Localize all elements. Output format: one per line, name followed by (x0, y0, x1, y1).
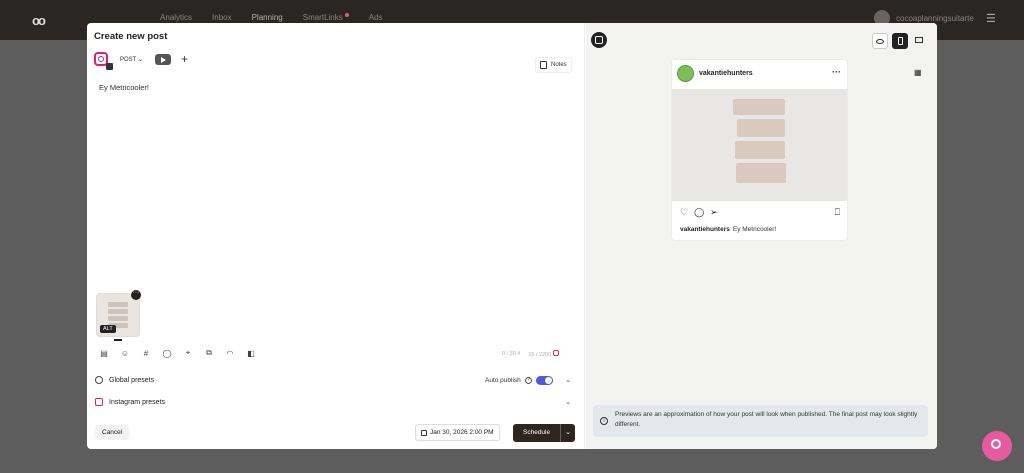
account-name: cocoaplanningsuitarte (896, 13, 974, 23)
calendar-icon (421, 429, 427, 436)
bookmark-icon: ⎕ (834, 207, 840, 217)
add-network-icon[interactable]: + (181, 52, 188, 66)
post-text-editor[interactable]: Ey Metricooler! (99, 83, 569, 283)
preview-panel: vakantiehunters ··· ♡ ◯ ➢ ⎕ vakantiehunt… (586, 23, 937, 449)
post-type-badge-icon (106, 63, 113, 70)
cancel-button[interactable]: Cancel (95, 425, 130, 440)
schedule-button[interactable]: Schedule (513, 424, 561, 442)
preview-caption: vakantiehunters Ey Metricooler! (680, 226, 777, 233)
desktop-icon (915, 37, 923, 43)
notes-icon (540, 61, 547, 69)
more-options-icon[interactable]: ··· (832, 67, 841, 77)
hashtag-counter: 0 / 30 # (502, 351, 521, 357)
instagram-icon (95, 398, 103, 406)
alt-text-badge[interactable]: ALT (100, 325, 116, 333)
media-library-icon[interactable]: ▤ (99, 349, 109, 358)
gear-icon (95, 376, 103, 384)
editor-text: Ey Metricooler! (99, 83, 150, 92)
editor-panel: Create new post POST ⌄ + Notes Ey Metric… (87, 23, 585, 449)
preview-disclaimer: i Previews are an approximation of how y… (593, 405, 928, 437)
emoji-icon[interactable]: ☺ (120, 349, 130, 358)
send-icon: ➢ (710, 207, 718, 217)
main-nav: Analytics Inbox Planning SmartLinks Ads (160, 13, 383, 22)
instagram-icon[interactable] (94, 52, 113, 70)
export-icon[interactable]: ◧ (246, 349, 256, 358)
modal-title: Create new post (94, 31, 168, 42)
network-selector: POST ⌄ + (94, 52, 188, 70)
preview-image (672, 89, 847, 201)
preview-eye-button[interactable] (872, 33, 888, 49)
help-icon[interactable]: ? (524, 376, 532, 384)
mobile-view-button[interactable] (892, 33, 908, 49)
nav-smartlinks[interactable]: SmartLinks (303, 13, 349, 22)
preview-actions: ♡ ◯ ➢ ⎕ (680, 207, 840, 218)
preview-view-toggle (872, 33, 928, 49)
preview-username: vakantiehunters (699, 70, 753, 77)
post-type-select[interactable]: POST ⌄ (120, 56, 143, 63)
comment-icon[interactable]: ◯ (162, 349, 172, 358)
nav-analytics[interactable]: Analytics (160, 13, 192, 22)
editor-toolbar: ▤ ☺ # ◯ ⌖ ⧉ ◠ ◧ (99, 348, 256, 358)
grid-view-icon[interactable]: ▦ (914, 68, 922, 77)
location-icon[interactable]: ⌖ (183, 348, 193, 358)
phone-icon (898, 37, 903, 45)
date-picker-button[interactable]: Jan 30, 2026 2:00 PM (415, 424, 500, 441)
chevron-down-icon[interactable]: ⌄ (565, 398, 571, 406)
hashtag-icon[interactable]: # (141, 349, 151, 358)
heart-icon: ♡ (680, 207, 689, 217)
nav-inbox[interactable]: Inbox (212, 13, 232, 22)
comment-bubble-icon: ◯ (694, 207, 705, 217)
notes-button[interactable]: Notes (535, 57, 572, 73)
youtube-icon[interactable] (154, 53, 171, 65)
preview-header: vakantiehunters (677, 65, 753, 82)
help-search-button[interactable] (982, 431, 1012, 461)
media-options-icon[interactable]: ··· (131, 289, 141, 300)
auto-publish: Auto publish ? (485, 375, 553, 385)
chevron-down-icon[interactable]: ⌄ (565, 376, 571, 384)
auto-publish-toggle[interactable] (535, 375, 553, 385)
char-counter: 15 / 2200 (528, 350, 559, 358)
create-post-modal: Create new post POST ⌄ + Notes Ey Metric… (87, 23, 937, 449)
ai-assistant-icon[interactable]: ◠ (225, 349, 235, 358)
collaborators-icon[interactable]: ⧉ (204, 348, 214, 358)
counters: 0 / 30 # 15 / 2200 (502, 350, 559, 358)
preview-instagram-icon[interactable] (591, 32, 607, 48)
nav-planning[interactable]: Planning (252, 13, 283, 22)
global-presets-row[interactable]: Global presets Auto publish ? ⌄ (95, 375, 575, 385)
profile-avatar (677, 65, 694, 82)
media-selected-indicator (114, 339, 122, 341)
schedule-options-chevron-icon[interactable]: ⌄ (560, 424, 575, 442)
eye-icon (876, 39, 884, 44)
app-logo[interactable]: oo (32, 13, 46, 28)
hamburger-menu-icon[interactable]: ☰ (986, 12, 996, 25)
desktop-view-button[interactable] (912, 33, 928, 49)
instagram-post-preview: vakantiehunters ··· ♡ ◯ ➢ ⎕ vakantiehunt… (672, 60, 847, 240)
instagram-mini-icon (552, 350, 559, 356)
instagram-presets-row[interactable]: Instagram presets ⌄ (95, 398, 575, 406)
nav-ads[interactable]: Ads (369, 13, 383, 22)
info-icon: i (600, 417, 608, 425)
notification-dot (344, 13, 349, 17)
